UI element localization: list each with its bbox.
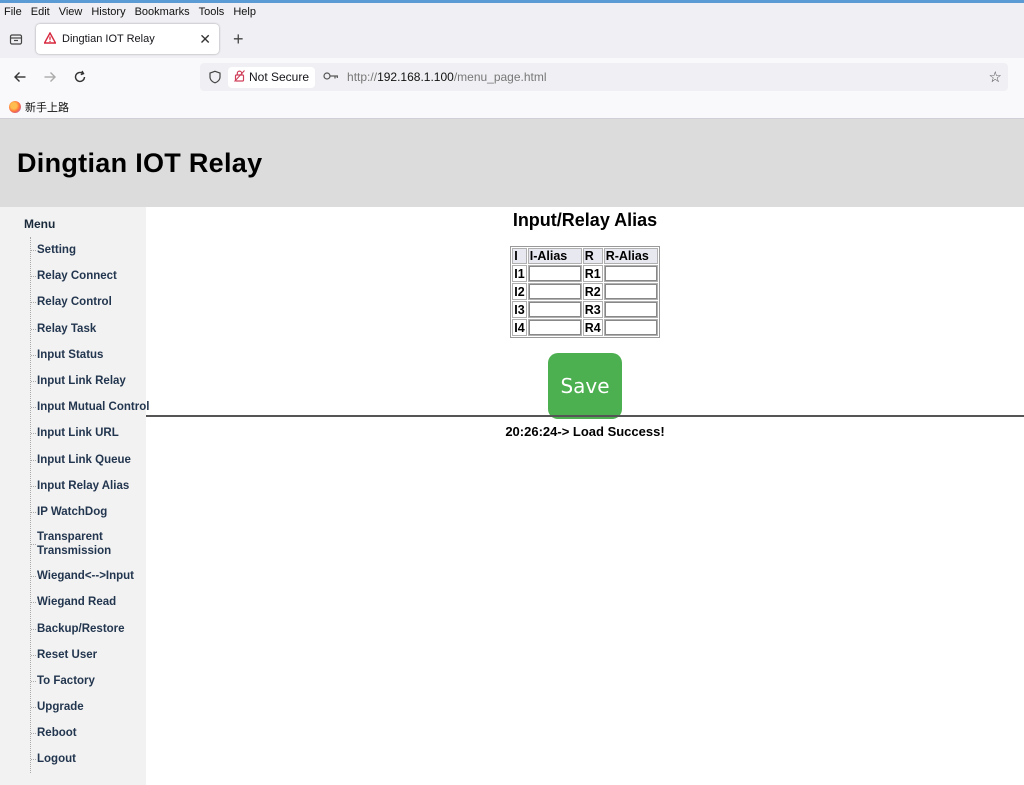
r-alias-cell (603, 283, 658, 300)
web-page: Dingtian IOT Relay Menu Setting Relay Co… (0, 119, 1024, 785)
forward-icon[interactable] (38, 65, 62, 89)
not-secure-label: Not Secure (249, 70, 310, 84)
url-path: /menu_page.html (453, 70, 547, 84)
close-tab-icon[interactable]: ✕ (199, 31, 211, 48)
menu-help[interactable]: Help (233, 6, 256, 18)
tab-title: Dingtian IOT Relay (62, 33, 155, 45)
input-label: I1 (512, 265, 527, 282)
sidebar-item-reset-user[interactable]: Reset User (31, 642, 146, 668)
table-row: I1 R1 (512, 265, 658, 282)
menu-file[interactable]: File (4, 6, 22, 18)
sidebar: Menu Setting Relay Connect Relay Control… (0, 207, 149, 785)
i-alias-cell (527, 265, 582, 282)
i-alias-input[interactable] (528, 302, 581, 317)
i-alias-cell (527, 301, 582, 318)
table-row: I3 R3 (512, 301, 658, 318)
menu-bookmarks[interactable]: Bookmarks (135, 6, 190, 18)
sidebar-item-transparent-transmission[interactable]: Transparent Transmission (31, 525, 146, 563)
bookmarks-toolbar: 新手上路 (0, 96, 1024, 119)
tab-list-icon[interactable] (6, 29, 26, 49)
alias-table: I I-Alias R R-Alias I1 R1 I2 R2 I3 R3 I4… (510, 246, 660, 338)
status-message: 20:26:24-> Load Success! (505, 424, 665, 439)
sidebar-item-to-factory[interactable]: To Factory (31, 668, 146, 694)
sidebar-item-input-mutual-control[interactable]: Input Mutual Control (31, 394, 149, 420)
sidebar-item-reboot[interactable]: Reboot (31, 720, 146, 746)
r-alias-input[interactable] (604, 320, 657, 335)
bookmark-getting-started[interactable]: 新手上路 (25, 99, 69, 115)
insecure-lock-icon (234, 69, 245, 85)
save-wrap: Save (146, 353, 1024, 419)
menu-view[interactable]: View (59, 6, 83, 18)
col-header-r-alias: R-Alias (603, 248, 658, 264)
sidebar-item-wiegand-input[interactable]: Wiegand<-->Input (31, 563, 146, 589)
reload-icon[interactable] (68, 65, 92, 89)
back-icon[interactable] (8, 65, 32, 89)
relay-label: R3 (582, 301, 603, 318)
r-alias-input[interactable] (604, 302, 657, 317)
r-alias-cell (603, 265, 658, 282)
new-tab-icon[interactable]: + (233, 29, 244, 50)
sidebar-item-backup-restore[interactable]: Backup/Restore (31, 615, 146, 641)
page-header: Dingtian IOT Relay (0, 119, 1024, 207)
sidebar-item-input-status[interactable]: Input Status (31, 342, 146, 368)
url-prefix: http:// (347, 70, 378, 84)
menu-title: Menu (24, 217, 56, 231)
relay-label: R2 (582, 283, 603, 300)
menu-edit[interactable]: Edit (31, 6, 50, 18)
divider-line (146, 415, 1024, 417)
url-host: 192.168.1.100 (377, 70, 454, 84)
key-icon[interactable] (323, 70, 339, 84)
sidebar-item-ip-watchdog[interactable]: IP WatchDog (31, 499, 146, 525)
bookmark-star-icon[interactable]: ☆ (989, 68, 1002, 86)
i-alias-cell (527, 283, 582, 300)
sidebar-item-relay-control[interactable]: Relay Control (31, 289, 146, 315)
main-content: Input/Relay Alias I I-Alias R R-Alias I1… (146, 207, 1024, 419)
menu-list: Setting Relay Connect Relay Control Rela… (30, 237, 149, 773)
col-header-i: I (512, 248, 527, 264)
nav-bar: Not Secure http://192.168.1.100/menu_pag… (0, 58, 1024, 96)
sidebar-item-input-link-relay[interactable]: Input Link Relay (31, 368, 146, 394)
col-header-r: R (582, 248, 603, 264)
col-header-i-alias: I-Alias (527, 248, 582, 264)
section-title: Input/Relay Alias (512, 210, 658, 230)
not-secure-indicator[interactable]: Not Secure (228, 66, 316, 88)
shield-icon[interactable] (206, 68, 224, 86)
tab-dingtian[interactable]: Dingtian IOT Relay ✕ (36, 24, 219, 54)
input-label: I3 (512, 301, 527, 318)
i-alias-input[interactable] (528, 284, 581, 299)
r-alias-input[interactable] (604, 284, 657, 299)
relay-label: R4 (582, 319, 603, 336)
i-alias-input[interactable] (528, 320, 581, 335)
r-alias-input[interactable] (604, 266, 657, 281)
sidebar-item-relay-connect[interactable]: Relay Connect (31, 263, 146, 289)
table-row: I2 R2 (512, 283, 658, 300)
sidebar-item-setting[interactable]: Setting (31, 237, 146, 263)
save-button[interactable]: Save (548, 353, 622, 419)
firefox-icon (9, 101, 21, 113)
sidebar-item-relay-task[interactable]: Relay Task (31, 316, 146, 342)
table-row: I4 R4 (512, 319, 658, 336)
sidebar-item-input-link-url[interactable]: Input Link URL (31, 420, 146, 446)
url-bar[interactable]: Not Secure http://192.168.1.100/menu_pag… (200, 63, 1008, 91)
sidebar-item-wiegand-read[interactable]: Wiegand Read (31, 589, 146, 615)
table-header-row: I I-Alias R R-Alias (512, 248, 658, 264)
menu-tools[interactable]: Tools (199, 6, 225, 18)
url-text[interactable]: http://192.168.1.100/menu_page.html (347, 70, 989, 84)
sidebar-item-input-link-queue[interactable]: Input Link Queue (31, 447, 146, 473)
page-title: Dingtian IOT Relay (17, 147, 263, 178)
sidebar-item-input-relay-alias[interactable]: Input Relay Alias (31, 473, 146, 499)
menu-history[interactable]: History (91, 6, 125, 18)
i-alias-cell (527, 319, 582, 336)
relay-label: R1 (582, 265, 603, 282)
input-label: I4 (512, 319, 527, 336)
tab-strip: Dingtian IOT Relay ✕ + (0, 20, 1024, 58)
i-alias-input[interactable] (528, 266, 581, 281)
warning-icon (43, 31, 57, 47)
input-label: I2 (512, 283, 527, 300)
sidebar-item-upgrade[interactable]: Upgrade (31, 694, 146, 720)
r-alias-cell (603, 319, 658, 336)
sidebar-item-logout[interactable]: Logout (31, 746, 146, 772)
r-alias-cell (603, 301, 658, 318)
menu-bar: File Edit View History Bookmarks Tools H… (0, 3, 1024, 20)
